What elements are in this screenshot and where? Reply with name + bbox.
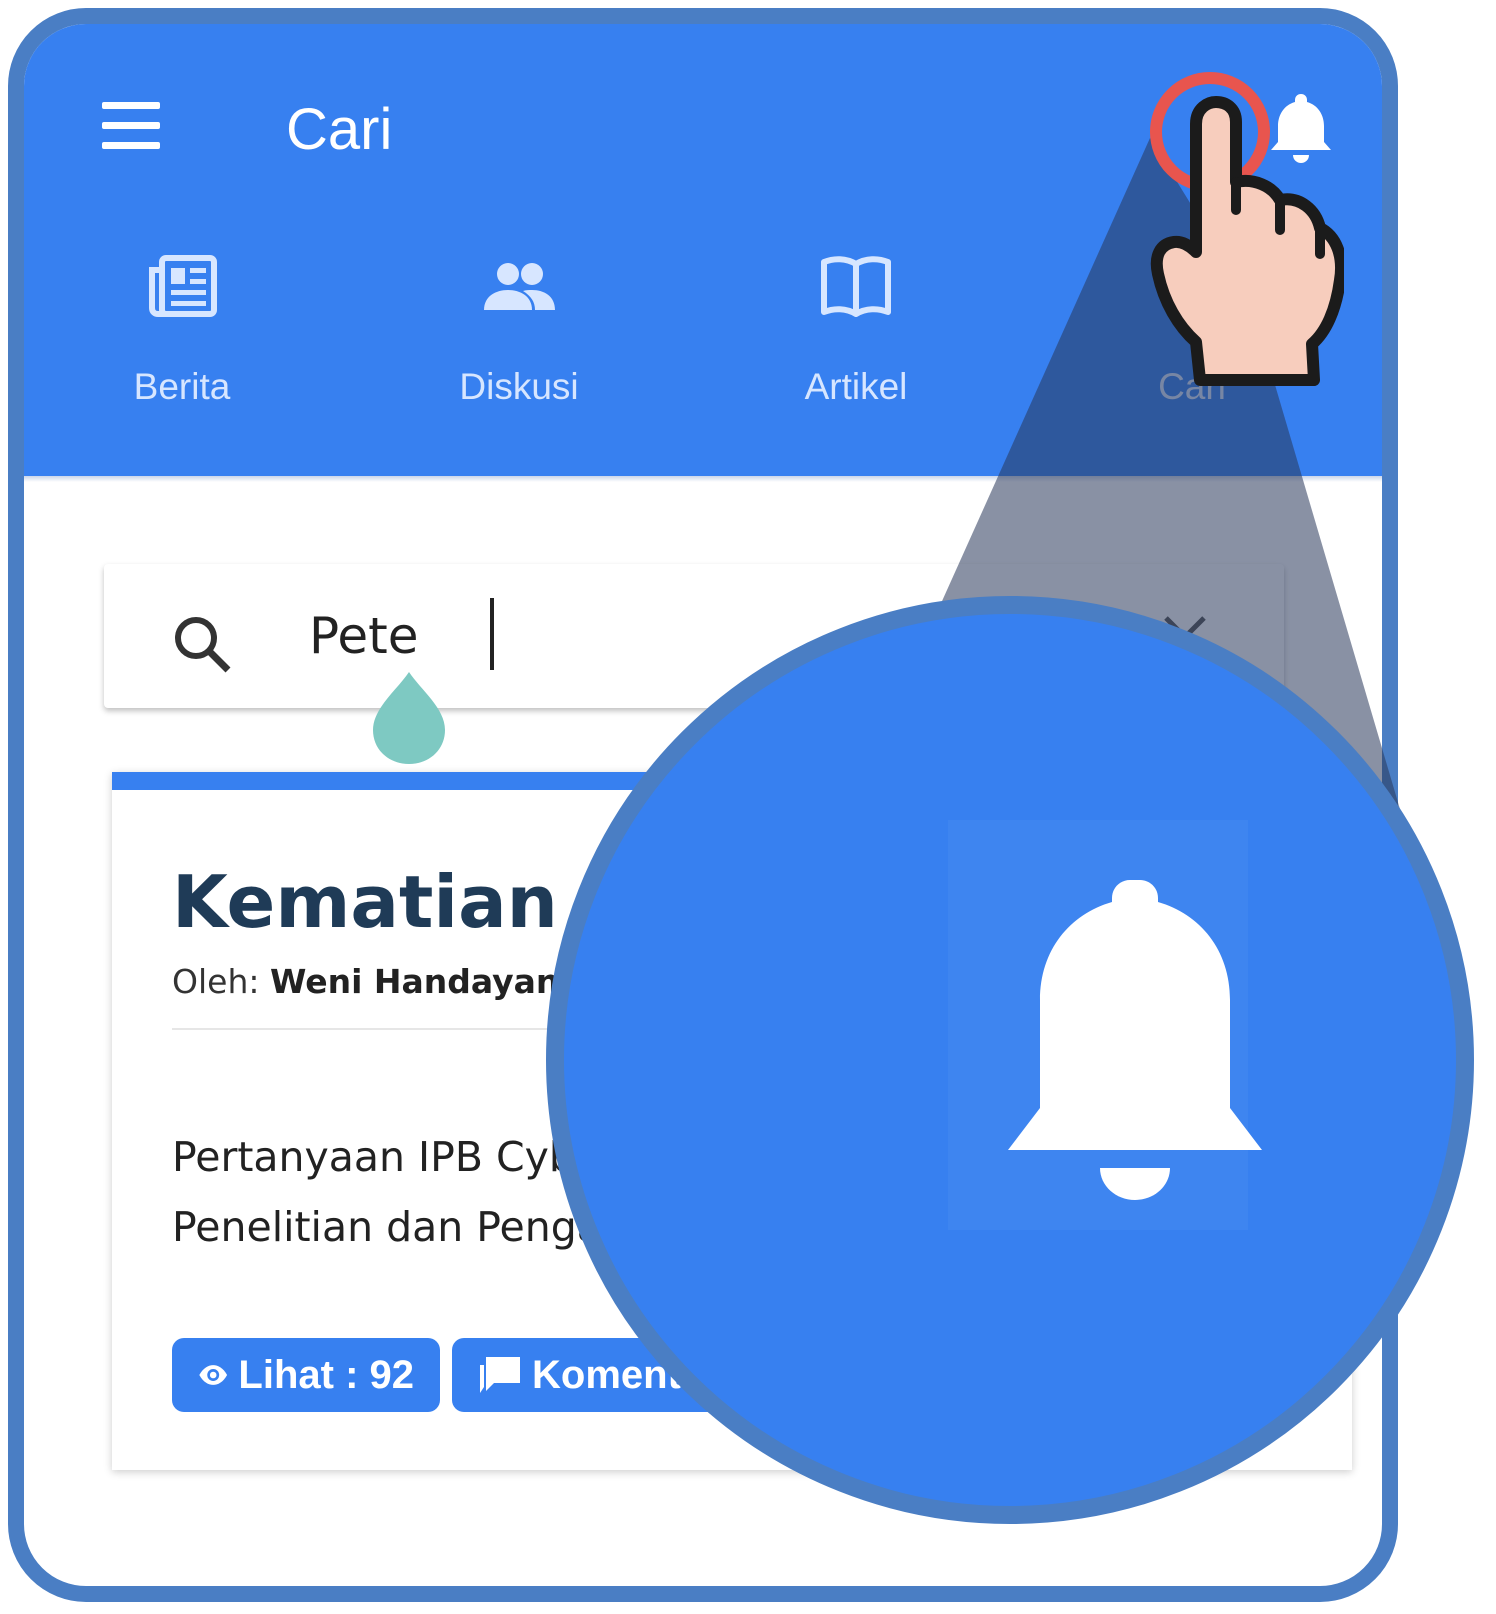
excerpt-line: Pertanyaan IPB Cybe [172,1133,601,1181]
tab-artikel[interactable]: Artikel [746,250,966,408]
comments-badge[interactable]: Koment [452,1338,752,1412]
views-badge[interactable]: Lihat : 92 [172,1338,440,1412]
result-card[interactable]: Kematian Poh Oleh: Weni Handayani | 1 Pe… [112,772,1352,1470]
text-cursor [490,598,494,670]
menu-icon [102,102,160,109]
card-title: Kematian Poh [172,860,737,944]
menu-icon-bar [102,142,160,149]
card-excerpt: Pertanyaan IPB Cybe Penelitian dan Penga [172,1122,602,1262]
close-icon[interactable] [1160,612,1210,662]
page-title: Cari [286,97,393,162]
eye-icon [199,1365,228,1385]
tab-label: Berita [133,366,231,407]
tab-diskusi[interactable]: Diskusi [409,250,629,408]
views-label: Lihat : 92 [238,1352,414,1397]
search-bar [104,564,1284,708]
menu-icon-bar [102,122,160,129]
search-icon [175,617,231,673]
tab-berita[interactable]: Berita [72,250,292,408]
appbar-shadow [24,476,1382,482]
search-input[interactable] [309,604,909,668]
tap-hand-icon [1150,72,1344,386]
author-name: Weni Handayani [269,962,571,1001]
book-icon [821,256,891,317]
tab-label: Diskusi [459,366,579,407]
tab-label: Artikel [804,366,908,407]
divider [172,1028,1312,1030]
meta-prefix: Oleh: [172,962,270,1001]
text-cursor-handle[interactable] [369,668,449,768]
menu-button[interactable] [98,88,164,149]
card-meta: Oleh: Weni Handayani | 1 [172,962,624,1001]
newspaper-icon [149,255,217,317]
meta-suffix: | 1 [570,962,624,1001]
comment-icon [480,1357,520,1393]
people-icon [484,263,555,310]
comments-label: Koment [532,1352,681,1397]
excerpt-line: Penelitian dan Penga [172,1203,602,1251]
